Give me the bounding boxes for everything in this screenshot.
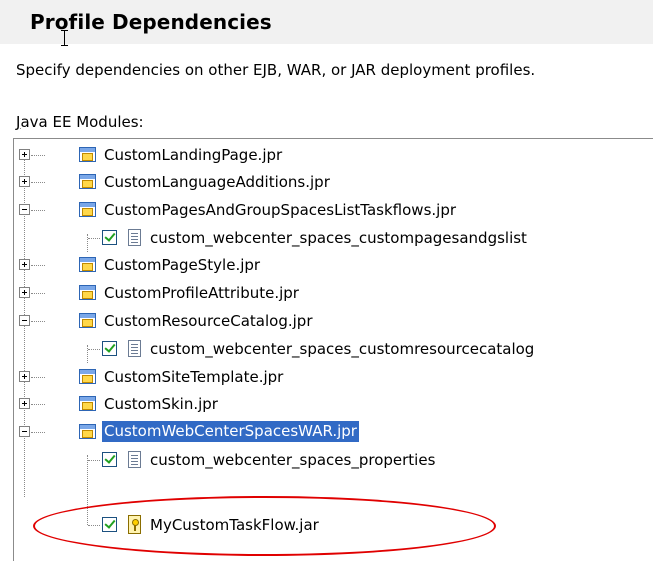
folder-icon bbox=[79, 285, 96, 300]
tree-node-label: CustomPagesAndGroupSpacesListTaskflows.j… bbox=[104, 201, 457, 219]
folder-icon bbox=[79, 202, 96, 217]
document-icon bbox=[128, 451, 141, 468]
collapse-icon[interactable] bbox=[19, 315, 30, 326]
tree-node-label: CustomProfileAttribute.jpr bbox=[104, 284, 299, 302]
folder-icon bbox=[79, 396, 96, 411]
tree-node-label: CustomLanguageAdditions.jpr bbox=[104, 173, 330, 191]
tree-node-label: CustomSiteTemplate.jpr bbox=[104, 368, 284, 386]
document-icon bbox=[128, 340, 141, 357]
tree-node-label-selected: CustomWebCenterSpacesWAR.jpr bbox=[102, 421, 359, 442]
folder-icon bbox=[79, 424, 96, 439]
folder-icon bbox=[79, 257, 96, 272]
expand-icon[interactable] bbox=[19, 398, 30, 409]
folder-icon bbox=[79, 174, 96, 189]
tree-leaf-customwebcenterspacesproperties[interactable]: custom_webcenter_spaces_properties bbox=[14, 447, 653, 475]
label-rest: ava EE Modules: bbox=[20, 113, 144, 131]
description-text: Specify dependencies on other EJB, WAR, … bbox=[16, 61, 536, 79]
tree-node-label: CustomResourceCatalog.jpr bbox=[104, 312, 313, 330]
expand-icon[interactable] bbox=[19, 149, 30, 160]
expand-icon[interactable] bbox=[19, 287, 30, 298]
expand-icon[interactable] bbox=[19, 371, 30, 382]
tree-leaf-customresourcecatalog[interactable]: custom_webcenter_spaces_customresourceca… bbox=[14, 336, 653, 364]
tree-node-label: CustomLandingPage.jpr bbox=[104, 146, 283, 164]
tree-node-customwebcenterspaceswar[interactable]: CustomWebCenterSpacesWAR.jpr bbox=[14, 419, 653, 447]
java-ee-modules-label: Java EE Modules: bbox=[16, 113, 144, 131]
tree-node-label: CustomPageStyle.jpr bbox=[104, 256, 261, 274]
document-icon bbox=[128, 229, 141, 246]
tree-node-custompagesandgroupspaceslisttaskflows[interactable]: CustomPagesAndGroupSpacesListTaskflows.j… bbox=[14, 197, 653, 225]
tree-node-custompagestyle[interactable]: CustomPageStyle.jpr bbox=[14, 252, 653, 280]
collapse-icon[interactable] bbox=[19, 204, 30, 215]
tree-node-label: custom_webcenter_spaces_properties bbox=[150, 451, 436, 469]
folder-icon bbox=[79, 147, 96, 162]
tree-node-customlandingpage[interactable]: CustomLandingPage.jpr bbox=[14, 142, 653, 170]
include-checkbox[interactable] bbox=[102, 341, 117, 356]
expand-icon[interactable] bbox=[19, 259, 30, 270]
include-checkbox[interactable] bbox=[102, 230, 117, 245]
text-cursor-icon bbox=[61, 30, 68, 46]
expand-icon[interactable] bbox=[19, 176, 30, 187]
tree-node-label: custom_webcenter_spaces_custompagesandgs… bbox=[150, 229, 527, 247]
highlight-annotation bbox=[33, 496, 496, 556]
collapse-icon[interactable] bbox=[19, 426, 30, 437]
tree-leaf-custompagesandgslist[interactable]: custom_webcenter_spaces_custompagesandgs… bbox=[14, 225, 653, 253]
include-checkbox[interactable] bbox=[102, 452, 117, 467]
tree-node-customprofileattribute[interactable]: CustomProfileAttribute.jpr bbox=[14, 280, 653, 308]
header-panel: Profile Dependencies bbox=[0, 0, 653, 46]
folder-icon bbox=[79, 369, 96, 384]
tree-node-label: custom_webcenter_spaces_customresourceca… bbox=[150, 340, 535, 358]
tree-node-customsitetemplate[interactable]: CustomSiteTemplate.jpr bbox=[14, 364, 653, 392]
folder-icon bbox=[79, 313, 96, 328]
tree-node-customresourcecatalog[interactable]: CustomResourceCatalog.jpr bbox=[14, 308, 653, 336]
tree-node-label: CustomSkin.jpr bbox=[104, 395, 218, 413]
tree-node-customskin[interactable]: CustomSkin.jpr bbox=[14, 391, 653, 419]
tree-node-customlanguageadditions[interactable]: CustomLanguageAdditions.jpr bbox=[14, 169, 653, 197]
